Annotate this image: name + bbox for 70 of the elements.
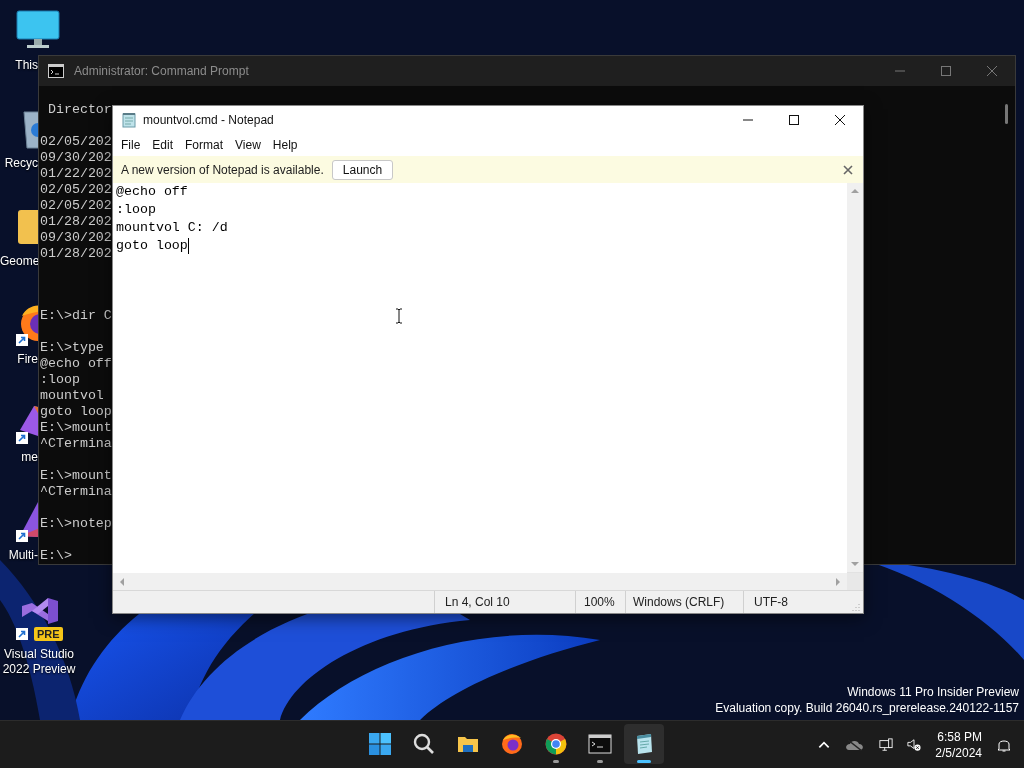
console-line: ^CTermina	[40, 484, 112, 499]
speaker-muted-icon[interactable]	[907, 737, 922, 752]
clock-button[interactable]: 6:58 PM 2/5/2024	[935, 728, 982, 761]
zoom-level: 100%	[575, 591, 625, 613]
desktop-icon-label[interactable]: Visual Studio 2022 Preview	[0, 647, 78, 677]
console-line: mountvol	[40, 388, 104, 403]
console-icon	[588, 732, 612, 756]
cursor-position: Ln 4, Col 10	[434, 591, 575, 613]
console-line: @echo off	[40, 356, 112, 371]
maximize-icon	[941, 66, 951, 76]
encoding: UTF-8	[743, 591, 850, 613]
console-line: 01/22/202	[40, 166, 112, 181]
console-line: E:\>type	[40, 340, 104, 355]
desktop-icon-label[interactable]: Recyc	[0, 156, 38, 170]
console-line: E:\>mount	[40, 468, 112, 483]
text-editor[interactable]: @echo off :loop mountvol C: /d goto loop	[113, 183, 847, 573]
window-title: Administrator: Command Prompt	[74, 64, 249, 78]
console-line: E:\>	[40, 548, 72, 563]
console-line: goto loop	[40, 404, 112, 419]
scrollbar-thumb[interactable]	[1005, 104, 1008, 124]
network-icon[interactable]	[879, 737, 894, 752]
desktop-icon-label[interactable]: Geome	[0, 254, 38, 268]
console-line: E:\>notep	[40, 516, 112, 531]
notification-message: A new version of Notepad is available.	[121, 162, 324, 177]
close-icon	[835, 115, 845, 125]
menu-item[interactable]: View	[229, 138, 267, 152]
console-line: 09/30/202	[40, 230, 112, 245]
preview-badge: PRE	[34, 627, 63, 641]
text-cursor-icon	[395, 308, 403, 324]
search-icon	[412, 732, 436, 756]
console-line: 02/05/202	[40, 198, 112, 213]
resize-grip-icon[interactable]	[850, 601, 860, 611]
code-line: :loop	[116, 201, 156, 219]
desktop-icon-label[interactable]: Multi-	[0, 548, 38, 562]
console-line: E:\>dir C	[40, 308, 112, 323]
code-line: mountvol C: /d	[116, 219, 228, 237]
console-line: :loop	[40, 372, 80, 387]
close-icon[interactable]	[843, 164, 853, 175]
menu-item[interactable]: Edit	[146, 138, 180, 152]
code-line: goto loop	[116, 237, 188, 255]
console-line: 01/28/202	[40, 214, 112, 229]
cloud-icon[interactable]	[845, 738, 866, 751]
code-line: @echo off	[116, 183, 188, 201]
menu-item[interactable]: File	[115, 138, 147, 152]
console-icon	[48, 64, 64, 78]
close-icon	[987, 66, 997, 76]
desktop-icon-label[interactable]: This	[0, 58, 38, 72]
menu-item[interactable]: Help	[266, 138, 304, 152]
text-caret	[187, 238, 189, 254]
window-title: mountvol.cmd - Notepad	[143, 113, 274, 127]
console-line: 01/28/202	[40, 246, 112, 261]
taskbar-button[interactable]	[624, 724, 664, 764]
launch-button[interactable]: Launch	[331, 159, 394, 180]
desktop-icon-label[interactable]: me	[0, 450, 38, 464]
console-line: Director	[46, 102, 112, 117]
edition-notice: Evaluation copy. Build 26040.rs_prerelease.240122-1157	[715, 701, 1019, 715]
browser-icon	[544, 732, 568, 756]
maximize-icon	[789, 115, 799, 125]
edition-notice: Windows 11 Pro Insider Preview	[847, 685, 1019, 699]
console-line: E:\>mount	[40, 420, 112, 435]
fox-browser-icon	[500, 732, 524, 756]
console-line: 02/05/202	[40, 182, 112, 197]
console-line: 09/30/202	[40, 150, 112, 165]
console-line: 02/05/202	[40, 134, 112, 149]
menu-item[interactable]: Format	[179, 138, 230, 152]
line-endings: Windows (CRLF)	[625, 591, 743, 613]
desktop-icon-label[interactable]: Fire	[0, 352, 38, 366]
notepad-icon	[121, 112, 137, 128]
console-line: ^CTermina	[40, 436, 112, 451]
start-icon	[368, 732, 392, 756]
